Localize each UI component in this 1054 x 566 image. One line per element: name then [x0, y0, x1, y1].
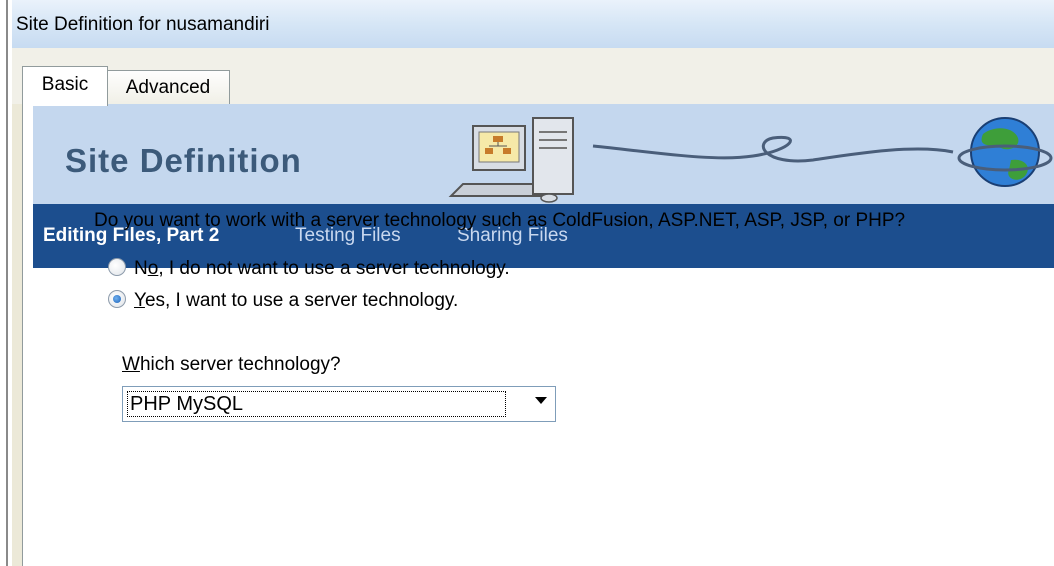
no-option-label-rest: , I do not want to use a server technolo… [158, 258, 510, 279]
site-definition-banner: Site Definition [33, 104, 1054, 204]
server-technology-accesskey: W [122, 354, 140, 375]
no-option-accesskey: o [147, 258, 159, 279]
server-technology-label-rest: hich server technology? [139, 354, 341, 375]
yes-option-accesskey: Y [134, 290, 145, 311]
server-technology-question: Do you want to work with a server techno… [94, 210, 906, 231]
tab-strip: Basic Advanced [12, 48, 1054, 106]
tab-advanced[interactable]: Advanced [106, 70, 230, 105]
basic-tab-panel: Site Definition Editing Files, Part 2 Te… [22, 104, 1054, 566]
network-wire-graphic [592, 135, 954, 163]
title-bar[interactable]: Site Definition for nusamandiri [12, 0, 1054, 49]
yes-server-technology-option[interactable]: Yes, I want to use a server technology. [108, 290, 458, 312]
tab-basic[interactable]: Basic [22, 66, 108, 106]
yes-server-technology-radio[interactable] [108, 290, 126, 308]
chevron-down-icon[interactable] [535, 397, 547, 404]
banner-graphic [448, 117, 1053, 203]
window-title: Site Definition for nusamandiri [16, 14, 270, 35]
left-window-edge [0, 0, 12, 566]
no-option-label-start: N [134, 258, 148, 279]
yes-option-label-rest: es, I want to use a server technology. [144, 290, 459, 311]
computer-icon [448, 117, 574, 203]
site-definition-dialog: Site Definition for nusamandiri Basic Ad… [12, 0, 1054, 566]
no-server-technology-radio[interactable] [108, 258, 126, 276]
no-server-technology-option[interactable]: No, I do not want to use a server techno… [108, 258, 510, 280]
server-technology-label: Which server technology? [122, 354, 341, 376]
globe-icon [957, 117, 1053, 187]
server-technology-selected-value: PHP MySQL [127, 391, 506, 417]
server-technology-select[interactable]: PHP MySQL [122, 386, 556, 422]
